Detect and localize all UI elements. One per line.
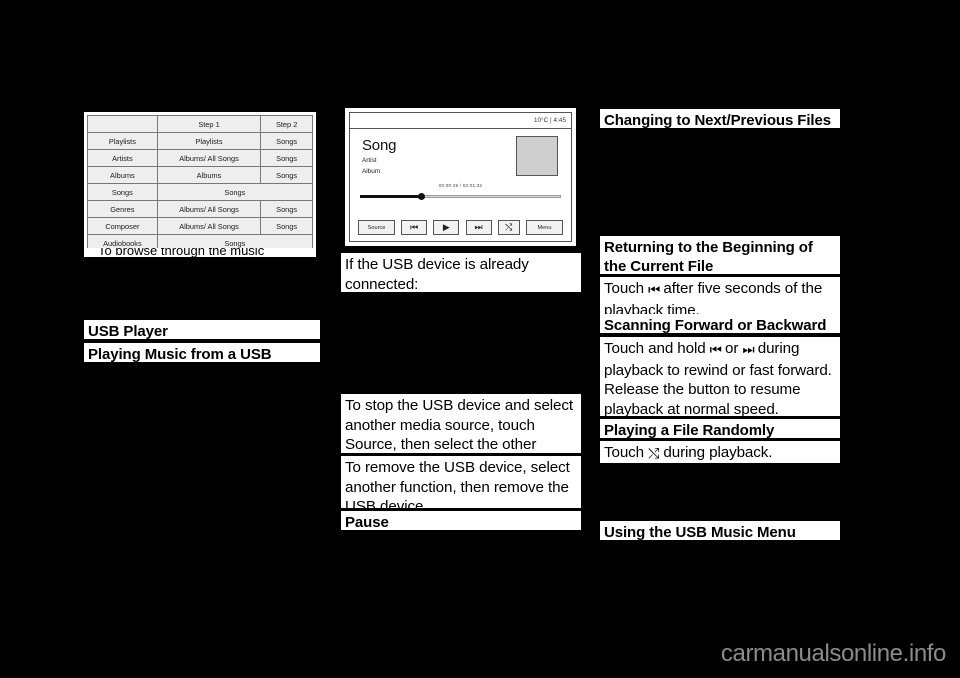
source-button-label: Source (367, 224, 386, 231)
heading-scanning: Scanning Forward or Backward (600, 314, 840, 334)
heading-returning-beginning-label: Returning to the Beginning of the Curren… (604, 239, 813, 275)
shuffle-button[interactable]: ⤭ (497, 220, 520, 235)
album-art-placeholder (516, 136, 558, 176)
heading-pause: Pause (341, 511, 581, 531)
table-cell: Songs (87, 183, 158, 201)
play-icon: ▶ (442, 222, 450, 232)
table-row: Songs Songs (87, 183, 314, 201)
heading-changing-files-label: Changing to Next/Previous Files (604, 112, 831, 129)
player-frame: 10°C | 4:45 Song Artist Album 00:00:29 /… (349, 112, 572, 242)
table-cell: Step 2 (260, 115, 313, 133)
rewind-icon: ⏮ (709, 342, 722, 358)
now-playing-artist: Artist (362, 157, 377, 164)
next-icon: ⏭ (474, 222, 483, 232)
table-cell: Albums/ All Songs (156, 149, 262, 167)
shuffle-icon: ⤭ (505, 222, 513, 232)
table-row: Step 1 Step 2 (87, 115, 313, 133)
table-cell: Songs (260, 149, 313, 167)
now-playing-title: Song (362, 137, 397, 154)
next-button[interactable]: ⏭ (465, 220, 492, 235)
previous-button[interactable]: ⏮ (401, 220, 428, 235)
table-caption-clipped: To browse through the music (84, 248, 316, 257)
player-body: Song Artist Album 00:00:29 / 02:01:32 So… (350, 129, 571, 241)
previous-track-icon: ⏮ (648, 282, 660, 298)
now-playing-album: Album (362, 168, 381, 175)
site-watermark: carmanualsonline.info (720, 640, 946, 667)
playback-timecode: 00:00:29 / 02:01:32 (438, 183, 483, 188)
paragraph-already-connected: If the USB device is already connected: (341, 253, 581, 293)
usb-player-screen-figure: 10°C | 4:45 Song Artist Album 00:00:29 /… (345, 108, 576, 246)
progress-knob[interactable] (418, 193, 426, 200)
table-cell: Albums (156, 166, 262, 184)
menu-button-label: Menu (537, 224, 552, 231)
table-cell: Playlists (156, 132, 262, 150)
play-button[interactable]: ▶ (433, 220, 460, 235)
progress-fill (360, 194, 425, 198)
heading-scanning-label: Scanning Forward or Backward (604, 317, 827, 334)
random-text-pre: Touch (604, 444, 649, 461)
table-cell: Artists (87, 149, 158, 167)
playback-progress-bar[interactable] (360, 193, 561, 200)
paragraph-scanning: Touch and hold ⏮ or ⏭ during playback to… (600, 337, 840, 418)
status-temp-time: 10°C | 4:45 (533, 117, 566, 124)
table-cell: Songs (260, 217, 313, 235)
table-cell: Songs (260, 132, 313, 150)
table-cell: Albums (87, 166, 158, 184)
table-cell: Albums/ All Songs (156, 217, 262, 235)
returning-text-pre: Touch (604, 280, 649, 297)
table-row: Artists Albums/ All Songs Songs (87, 149, 313, 167)
paragraph-already-connected-text: If the USB device is already connected: (345, 256, 529, 293)
table-cell: Songs (260, 166, 313, 184)
table-cell: Songs (260, 200, 313, 218)
heading-playing-random-label: Playing a File Randomly (604, 422, 775, 439)
menu-button[interactable]: Menu (525, 220, 563, 235)
heading-playing-music-usb-label: Playing Music from a USB Device (88, 346, 272, 382)
table-cell: Albums/ All Songs (156, 200, 262, 218)
heading-usb-player-label: USB Player (88, 323, 168, 340)
previous-icon: ⏮ (410, 222, 419, 232)
scanning-text-pre: Touch and hold (604, 340, 710, 357)
table-row: Composer Albums/ All Songs Songs (87, 217, 313, 235)
table-row: Genres Albums/ All Songs Songs (87, 200, 313, 218)
heading-playing-music-usb: Playing Music from a USB Device (84, 343, 320, 382)
random-text-post: during playback. (659, 444, 773, 461)
table-row: Playlists Playlists Songs (87, 132, 313, 150)
paragraph-returning-beginning: Touch ⏮ after five seconds of the playba… (600, 277, 840, 319)
scanning-text-mid: or (720, 340, 743, 357)
heading-changing-files: Changing to Next/Previous Files (600, 109, 840, 129)
table-row: Albums Albums Songs (87, 166, 313, 184)
paragraph-playing-random: Touch ⤭ during playback. (600, 441, 840, 463)
heading-using-usb-music-menu-label: Using the USB Music Menu (604, 524, 796, 541)
source-button[interactable]: Source (358, 220, 395, 235)
manual-page: Step 1 Step 2 Playlists Playlists Songs … (0, 0, 960, 678)
heading-returning-beginning: Returning to the Beginning of the Curren… (600, 236, 840, 275)
table-caption-text: To browse through the music (98, 248, 265, 257)
player-controls: Source ⏮ ▶ ⏭ ⤭ Menu (358, 220, 563, 235)
table-cell: Songs (156, 183, 314, 201)
table-cell: Playlists (87, 132, 158, 150)
heading-pause-label: Pause (345, 514, 389, 531)
paragraph-stop-device: To stop the USB device and select anothe… (341, 394, 581, 473)
usb-browse-table-figure: Step 1 Step 2 Playlists Playlists Songs … (84, 112, 316, 252)
table-cell (87, 115, 158, 133)
table-cell: Step 1 (156, 115, 262, 133)
heading-using-usb-music-menu: Using the USB Music Menu (600, 521, 840, 541)
fast-forward-icon: ⏭ (742, 342, 754, 358)
shuffle-icon: ⤭ (648, 446, 660, 462)
table-cell: Composer (87, 217, 158, 235)
heading-usb-player: USB Player (84, 320, 320, 340)
usb-browse-table: Step 1 Step 2 Playlists Playlists Songs … (87, 115, 314, 252)
heading-playing-random: Playing a File Randomly (600, 419, 840, 439)
paragraph-remove-device: To remove the USB device, select another… (341, 456, 581, 515)
table-body: Step 1 Step 2 Playlists Playlists Songs … (87, 115, 314, 252)
table-cell: Genres (87, 200, 158, 218)
player-status-bar: 10°C | 4:45 (350, 113, 571, 129)
paragraph-remove-device-text: To remove the USB device, select another… (345, 459, 570, 516)
